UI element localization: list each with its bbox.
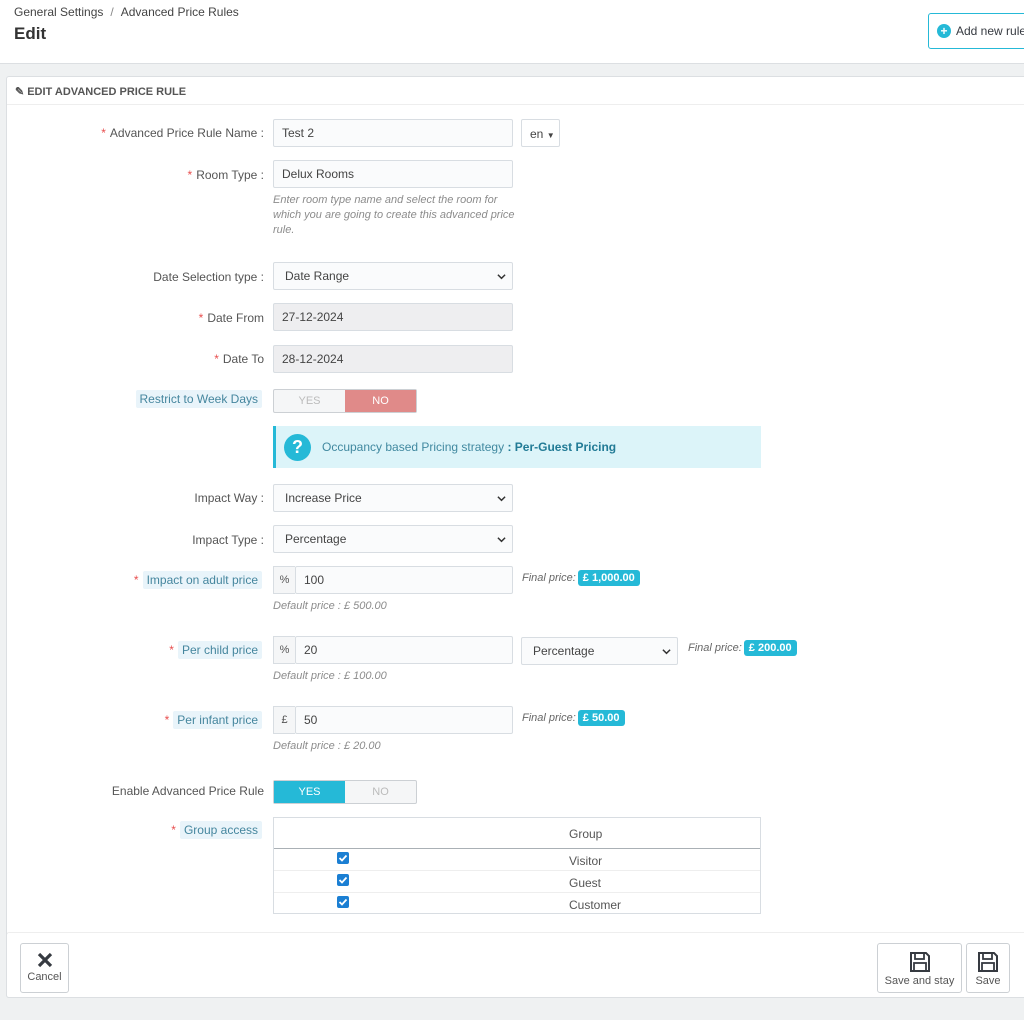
close-icon [37, 952, 52, 968]
table-row: Guest [274, 871, 760, 893]
add-new-rule-button[interactable]: + Add new rule [928, 13, 1024, 49]
guest-checkbox[interactable] [337, 874, 349, 886]
infant-final-badge: £ 50.00 [577, 710, 625, 726]
breadcrumb-advanced-price-rules[interactable]: Advanced Price Rules [121, 5, 239, 19]
name-input[interactable]: Test 2 [273, 119, 513, 147]
floppy-disk-icon [909, 952, 930, 972]
add-new-rule-label: Add new rule [956, 24, 1024, 38]
page-title: Edit [14, 24, 47, 43]
breadcrumb-general-settings[interactable]: General Settings [14, 5, 103, 19]
restrict-week-days-label: Restrict to Week Days [135, 390, 262, 408]
child-type-select[interactable]: Percentage [521, 637, 678, 665]
question-circle-icon: ? [284, 433, 311, 461]
infant-prefix: £ [273, 706, 295, 734]
cancel-button[interactable]: Cancel [20, 943, 69, 993]
adult-price-input[interactable]: 100 [295, 566, 513, 594]
restrict-no-option[interactable]: NO [345, 390, 416, 412]
impact-way-label: Impact Way : [194, 491, 264, 505]
save-and-stay-button[interactable]: Save and stay [877, 943, 962, 993]
child-default-price: Default price : £ 100.00 [273, 670, 387, 682]
breadcrumb-separator: / [110, 5, 114, 19]
infant-default-price: Default price : £ 20.00 [273, 740, 381, 752]
chevron-down-icon [497, 537, 506, 543]
plus-circle-icon: + [937, 24, 951, 38]
floppy-disk-icon [978, 952, 998, 972]
group-name: Customer [569, 898, 622, 912]
adult-default-price: Default price : £ 500.00 [273, 600, 387, 612]
date-to-label: * Date To [214, 352, 264, 366]
enable-no-option[interactable]: NO [345, 781, 416, 803]
group-name: Guest [569, 876, 602, 890]
table-row: Visitor [274, 849, 760, 871]
check-icon [338, 854, 348, 862]
table-row: Customer [274, 893, 760, 915]
language-dropdown[interactable]: en ▼ [521, 119, 560, 147]
group-access-label: * Group access [171, 821, 262, 839]
breadcrumb: General Settings / Advanced Price Rules [14, 5, 239, 19]
child-price-label: * Per child price [169, 641, 262, 659]
date-from-input[interactable]: 27-12-2024 [273, 303, 513, 331]
infant-price-label: * Per infant price [165, 711, 262, 729]
adult-prefix: % [273, 566, 295, 594]
chevron-down-icon [497, 496, 506, 502]
chevron-down-icon [662, 649, 671, 655]
child-prefix: % [273, 636, 295, 664]
impact-type-label: Impact Type : [192, 533, 264, 547]
info-value: : Per-Guest Pricing [507, 440, 617, 454]
room-type-input[interactable]: Delux Rooms [273, 160, 513, 188]
panel-heading-text: EDIT ADVANCED PRICE RULE [27, 86, 187, 98]
visitor-checkbox[interactable] [337, 852, 349, 864]
info-text: Occupancy based Pricing strategy [322, 440, 505, 454]
adult-final-badge: £ 1,000.00 [577, 570, 640, 586]
room-type-help: Enter room type name and select the room… [273, 194, 515, 236]
date-from-label: * Date From [198, 311, 264, 325]
check-icon [338, 898, 348, 906]
impact-way-select[interactable]: Increase Price [273, 484, 513, 512]
impact-type-select[interactable]: Percentage [273, 525, 513, 553]
group-table-header: Group [274, 818, 760, 849]
customer-checkbox[interactable] [337, 896, 349, 908]
child-final-price: Final price: £ 200.00 [688, 640, 797, 656]
enable-yes-option[interactable]: YES [274, 781, 345, 803]
adult-final-price: Final price: £ 1,000.00 [522, 570, 640, 586]
page-header: General Settings / Advanced Price Rules Ed… [0, 0, 1024, 64]
pricing-strategy-info: ? Occupancy based Pricing strategy : Per… [273, 426, 761, 468]
name-label: * Advanced Price Rule Name : [101, 126, 264, 140]
room-type-label: * Room Type : [187, 168, 264, 182]
enable-rule-label: Enable Advanced Price Rule [111, 784, 264, 798]
enable-rule-switch[interactable]: YES NO [273, 780, 417, 804]
date-to-input[interactable]: 28-12-2024 [273, 345, 513, 373]
infant-price-input[interactable]: 50 [295, 706, 513, 734]
group-access-table: Group Visitor Guest Customer [273, 817, 761, 914]
infant-final-price: Final price: £ 50.00 [522, 710, 625, 726]
group-name: Visitor [569, 854, 603, 868]
restrict-week-days-switch[interactable]: YES NO [273, 389, 417, 413]
panel-heading: ✎ EDIT ADVANCED PRICE RULE [7, 77, 1024, 105]
chevron-down-icon [497, 274, 506, 280]
date-selection-select[interactable]: Date Range [273, 262, 513, 290]
adult-price-label: * Impact on adult price [134, 571, 262, 589]
panel-footer [6, 932, 1024, 998]
child-final-badge: £ 200.00 [743, 640, 797, 656]
caret-down-icon: ▼ [546, 131, 555, 140]
child-price-input[interactable]: 20 [295, 636, 513, 664]
save-button[interactable]: Save [966, 943, 1010, 993]
date-selection-label: Date Selection type : [153, 270, 264, 284]
pencil-icon: ✎ [15, 86, 25, 98]
restrict-yes-option[interactable]: YES [274, 390, 345, 412]
check-icon [338, 876, 348, 884]
